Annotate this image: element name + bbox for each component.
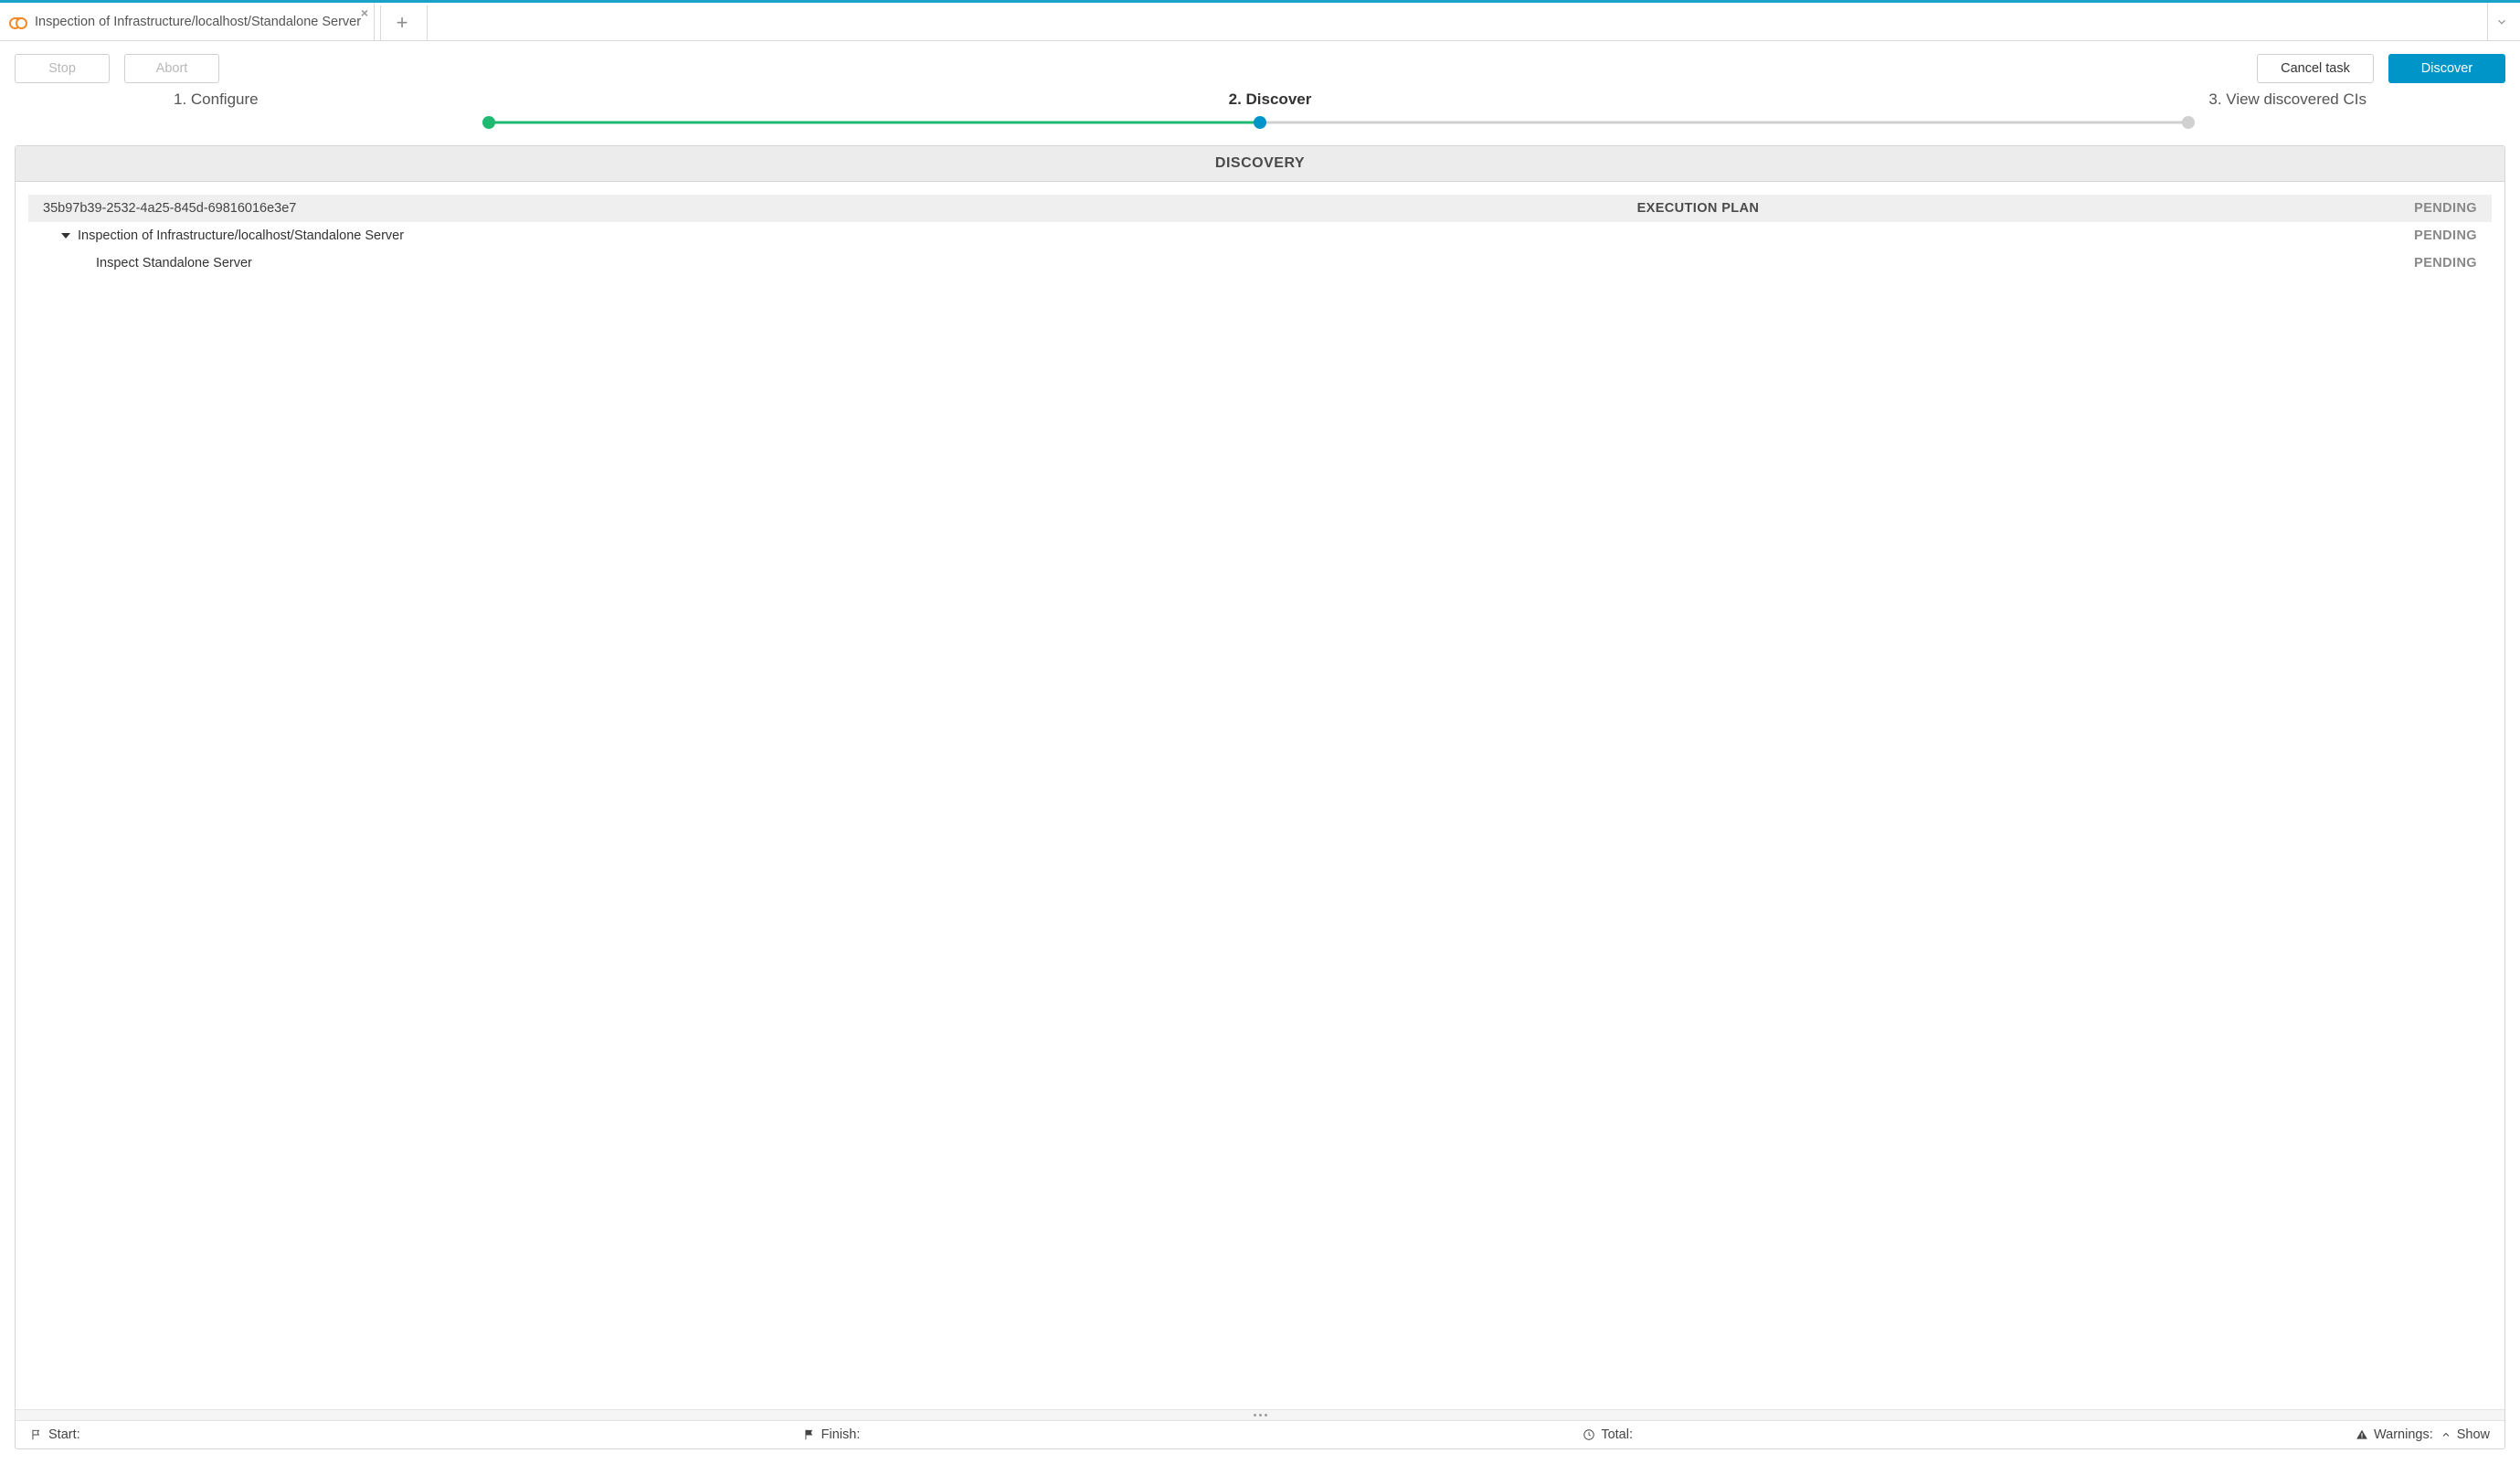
execution-row-label: Inspect Standalone Server <box>96 256 252 271</box>
chevron-down-icon <box>2495 16 2508 28</box>
footer-total-label: Total: <box>1601 1427 1633 1442</box>
step-label-3: 3. View discovered CIs <box>1636 90 2465 109</box>
execution-plan: 35b97b39-2532-4a25-845d-69816016e3e7 EXE… <box>16 182 2504 1409</box>
warning-icon <box>2356 1428 2368 1441</box>
panel-footer: Start: Finish: Total: Warnings: Show <box>16 1420 2504 1448</box>
stepper-track <box>55 116 2465 129</box>
new-tab-button[interactable]: + <box>380 5 428 41</box>
execution-plan-header-row: 35b97b39-2532-4a25-845d-69816016e3e7 EXE… <box>28 195 2492 222</box>
binoculars-icon <box>9 15 27 29</box>
stepper-labels: 1. Configure 2. Discover 3. View discove… <box>55 90 2465 109</box>
footer-start: Start: <box>30 1427 80 1442</box>
step-dot-1[interactable] <box>482 116 495 129</box>
stepper-line-done <box>489 122 1260 124</box>
tab-title: Inspection of Infrastructure/localhost/S… <box>35 15 361 29</box>
resize-handle[interactable] <box>16 1409 2504 1420</box>
discover-button[interactable]: Discover <box>2388 54 2505 83</box>
abort-button[interactable]: Abort <box>124 54 219 83</box>
tab-inspection[interactable]: Inspection of Infrastructure/localhost/S… <box>0 3 375 40</box>
footer-start-label: Start: <box>48 1427 80 1442</box>
step-label-1: 1. Configure <box>55 90 905 109</box>
panel-title: DISCOVERY <box>16 146 2504 182</box>
step-dot-2[interactable] <box>1254 116 1266 129</box>
execution-row-inspection[interactable]: Inspection of Infrastructure/localhost/S… <box>28 222 2492 249</box>
tab-overflow-button[interactable] <box>2487 3 2515 40</box>
action-bar: Stop Abort Cancel task Discover <box>0 41 2520 85</box>
close-tab-icon[interactable]: × <box>361 6 368 19</box>
footer-total: Total: <box>1583 1427 1633 1442</box>
execution-status-2: PENDING <box>2331 256 2477 271</box>
footer-show-toggle[interactable]: Show <box>2441 1427 2490 1442</box>
cancel-task-button[interactable]: Cancel task <box>2257 54 2374 83</box>
footer-finish-label: Finish: <box>821 1427 861 1442</box>
footer-finish: Finish: <box>803 1427 861 1442</box>
flag-outline-icon <box>30 1428 43 1441</box>
step-label-2: 2. Discover <box>905 90 1636 109</box>
execution-row-inspect-step[interactable]: Inspect Standalone Server PENDING <box>28 249 2492 277</box>
execution-row-label: Inspection of Infrastructure/localhost/S… <box>78 228 404 243</box>
caret-down-icon[interactable] <box>61 233 70 239</box>
flag-filled-icon <box>803 1428 816 1441</box>
tab-bar: Inspection of Infrastructure/localhost/S… <box>0 3 2520 41</box>
chevron-up-icon <box>2441 1429 2451 1440</box>
execution-status-0: PENDING <box>2331 201 2477 216</box>
execution-id: 35b97b39-2532-4a25-845d-69816016e3e7 <box>43 201 296 216</box>
clock-icon <box>1583 1428 1595 1441</box>
stepper-line-future <box>1260 122 2188 124</box>
footer-warnings-label: Warnings: <box>2374 1427 2433 1442</box>
execution-plan-title: EXECUTION PLAN <box>1065 201 2331 216</box>
stop-button[interactable]: Stop <box>15 54 110 83</box>
step-dot-3[interactable] <box>2182 116 2195 129</box>
plus-icon: + <box>397 13 408 33</box>
footer-show-label: Show <box>2457 1427 2490 1442</box>
execution-status-1: PENDING <box>2331 228 2477 243</box>
stepper: 1. Configure 2. Discover 3. View discove… <box>0 85 2520 145</box>
discovery-panel: DISCOVERY 35b97b39-2532-4a25-845d-698160… <box>15 145 2505 1449</box>
footer-warnings: Warnings: <box>2356 1427 2433 1442</box>
